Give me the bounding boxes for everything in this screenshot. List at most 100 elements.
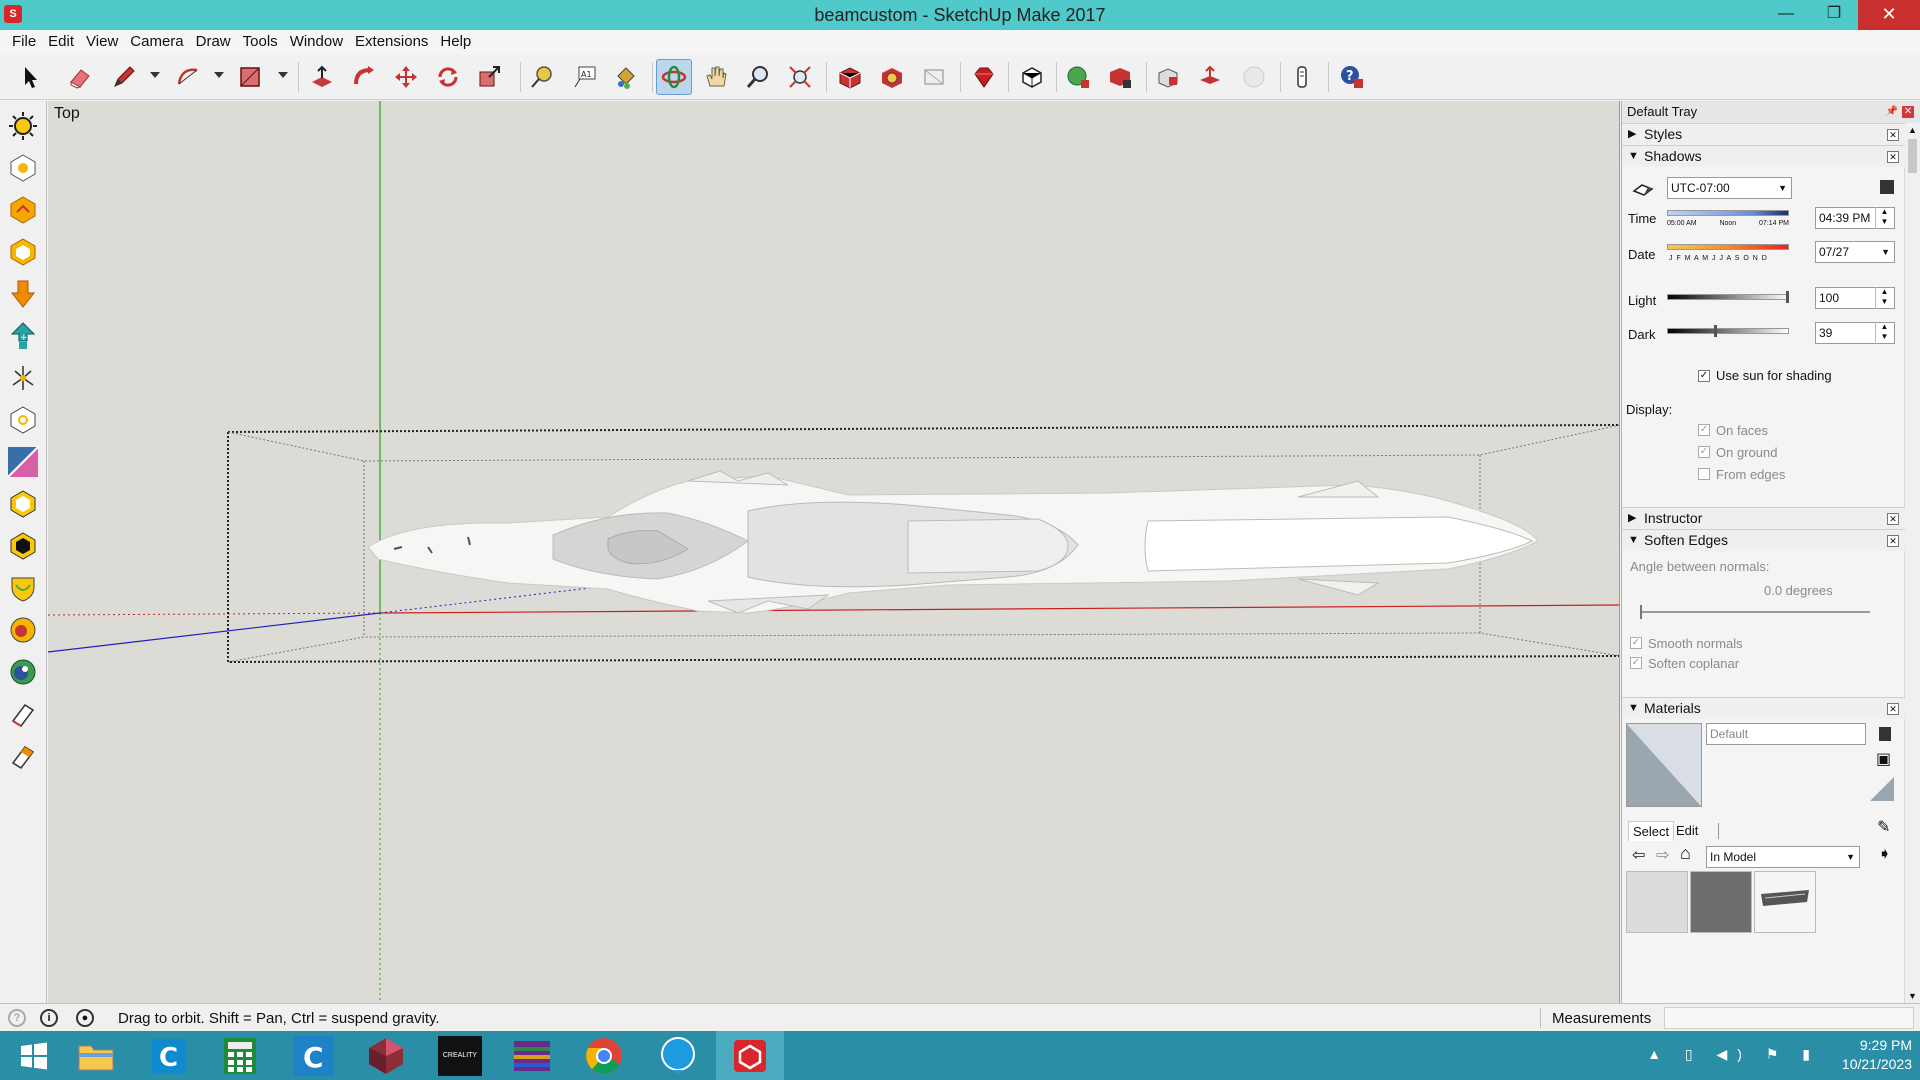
time-slider[interactable] [1667, 210, 1789, 216]
tray-close-button[interactable]: ✕ [1902, 106, 1914, 118]
orbit-icon[interactable] [656, 59, 692, 95]
light-slider[interactable] [1667, 291, 1789, 303]
help-icon[interactable]: ? [1334, 59, 1370, 95]
angle-slider[interactable] [1640, 605, 1870, 619]
menu-draw[interactable]: Draw [190, 30, 237, 54]
text-icon[interactable]: A1 [566, 59, 602, 95]
scale-icon[interactable] [472, 59, 508, 95]
timezone-select[interactable]: UTC-07:00 ▼ [1667, 177, 1792, 199]
menu-view[interactable]: View [80, 30, 124, 54]
taskbar-clock[interactable]: 9:29 PM 10/21/2023 [1842, 1036, 1912, 1074]
pin-icon[interactable]: 📌 [1886, 101, 1898, 123]
sun-icon[interactable] [6, 109, 40, 143]
geo-location-icon[interactable]: ? [8, 1009, 26, 1027]
back-arrow-icon[interactable]: ⇦ [1632, 845, 1645, 865]
section-plane-icon[interactable] [1014, 59, 1050, 95]
scroll-up-arrow-icon[interactable]: ▲ [1908, 125, 1917, 135]
dark-slider[interactable] [1667, 325, 1789, 337]
on-ground-checkbox[interactable]: ✓ [1698, 446, 1710, 458]
3d-warehouse-icon[interactable] [832, 59, 868, 95]
material-collection-select[interactable]: In Model ▼ [1706, 846, 1860, 868]
hex-filled-icon[interactable] [6, 529, 40, 563]
material-swatch-texture[interactable] [1754, 871, 1816, 933]
sphere-green-icon[interactable] [6, 655, 40, 689]
styles-close-icon[interactable]: ✕ [1887, 129, 1899, 141]
date-slider[interactable] [1667, 244, 1789, 250]
model-viewport[interactable]: Top [48, 101, 1620, 1003]
chevron-down-icon[interactable]: ▼ [1846, 847, 1855, 867]
menu-tools[interactable]: Tools [237, 30, 284, 54]
sphere-orange-icon[interactable] [6, 613, 40, 647]
arc-icon[interactable] [170, 59, 206, 95]
push-pull-icon[interactable] [304, 59, 340, 95]
shield-icon[interactable] [6, 571, 40, 605]
shadows-panel-header[interactable]: ▼ Shadows ✕ [1622, 145, 1905, 167]
toggle-terrain-icon[interactable] [1102, 59, 1138, 95]
expand-triangle-icon[interactable]: ▶ [1628, 124, 1636, 145]
angle-slider-thumb[interactable] [1640, 605, 1642, 619]
sketchup-icon[interactable] [716, 1031, 784, 1080]
eyedropper-icon[interactable]: ✎ [1877, 817, 1890, 837]
zoom-extents-icon[interactable] [782, 59, 818, 95]
file-explorer-icon[interactable] [62, 1031, 130, 1080]
materials-panel-header[interactable]: ▼ Materials ✕ [1622, 697, 1905, 719]
material-swatch-gray[interactable] [1690, 871, 1752, 933]
model-canvas[interactable] [48, 101, 1620, 1003]
smooth-normals-checkbox[interactable]: ✓ [1630, 637, 1642, 649]
extension-warehouse-icon[interactable] [874, 59, 910, 95]
windows-start-icon[interactable] [0, 1031, 68, 1080]
soften-edges-close-icon[interactable]: ✕ [1887, 535, 1899, 547]
measurements-input[interactable] [1664, 1007, 1914, 1029]
info-icon[interactable]: i [40, 1009, 58, 1027]
preview-icon[interactable] [1236, 59, 1272, 95]
date-input[interactable]: 07/27 ▼ [1815, 241, 1895, 263]
ruby-icon[interactable] [966, 59, 1002, 95]
add-location-icon[interactable] [1060, 59, 1096, 95]
pencil-icon[interactable] [106, 59, 142, 95]
move-icon[interactable] [388, 59, 424, 95]
default-material-icon[interactable] [1868, 775, 1896, 806]
zoom-icon[interactable] [740, 59, 776, 95]
menu-camera[interactable]: Camera [124, 30, 189, 54]
soften-coplanar-checkbox[interactable]: ✓ [1630, 657, 1642, 669]
cura-icon[interactable]: C [280, 1031, 348, 1080]
collapse-triangle-icon[interactable]: ▼ [1628, 530, 1639, 551]
select-icon[interactable] [12, 59, 48, 95]
flip-edge-icon[interactable] [6, 403, 40, 437]
gradient-icon[interactable] [6, 445, 40, 479]
soften-edges-panel-header[interactable]: ▼ Soften Edges ✕ [1622, 529, 1905, 551]
material-name-input[interactable]: Default [1706, 723, 1866, 745]
dark-slider-thumb[interactable] [1714, 325, 1718, 337]
light-spinner[interactable]: ▲ ▼ [1875, 287, 1893, 309]
dark-spinner[interactable]: ▲ ▼ [1875, 322, 1893, 344]
from-edges-checkbox[interactable] [1698, 468, 1710, 480]
instructor-panel-header[interactable]: ▶ Instructor ✕ [1622, 507, 1905, 529]
rectangle-icon[interactable] [232, 59, 268, 95]
stamp-icon[interactable] [6, 277, 40, 311]
on-faces-checkbox[interactable]: ✓ [1698, 424, 1710, 436]
time-spinner[interactable]: ▲ ▼ [1875, 207, 1893, 229]
sandbox-from-contours-icon[interactable] [6, 151, 40, 185]
materials-tab-select[interactable]: Select [1628, 821, 1675, 841]
chrome-icon[interactable] [570, 1031, 638, 1080]
light-slider-thumb[interactable] [1786, 291, 1789, 303]
smoove-icon[interactable] [6, 235, 40, 269]
expand-triangle-icon[interactable]: ▶ [1628, 508, 1636, 529]
photo-texture-icon[interactable] [1150, 59, 1186, 95]
menu-help[interactable]: Help [434, 30, 477, 54]
eraser-icon[interactable] [62, 59, 98, 95]
use-sun-checkbox[interactable]: ✓ [1698, 370, 1710, 382]
drape-icon[interactable]: + [6, 319, 40, 353]
sample-paint-cube-icon[interactable]: ▣ [1876, 749, 1891, 769]
material-swatch-default[interactable] [1626, 871, 1688, 933]
materials-tab-edit[interactable]: Edit [1676, 823, 1698, 838]
instructor-close-icon[interactable]: ✕ [1887, 513, 1899, 525]
collapse-triangle-icon[interactable]: ▼ [1628, 698, 1639, 719]
pan-icon[interactable] [698, 59, 734, 95]
menu-extensions[interactable]: Extensions [349, 30, 434, 54]
shadows-close-icon[interactable]: ✕ [1887, 151, 1899, 163]
maximize-button[interactable]: ❐ [1810, 0, 1858, 30]
home-icon[interactable]: ⌂ [1680, 843, 1691, 864]
forward-arrow-icon[interactable]: ⇨ [1656, 845, 1669, 865]
follow-me-icon[interactable] [346, 59, 382, 95]
